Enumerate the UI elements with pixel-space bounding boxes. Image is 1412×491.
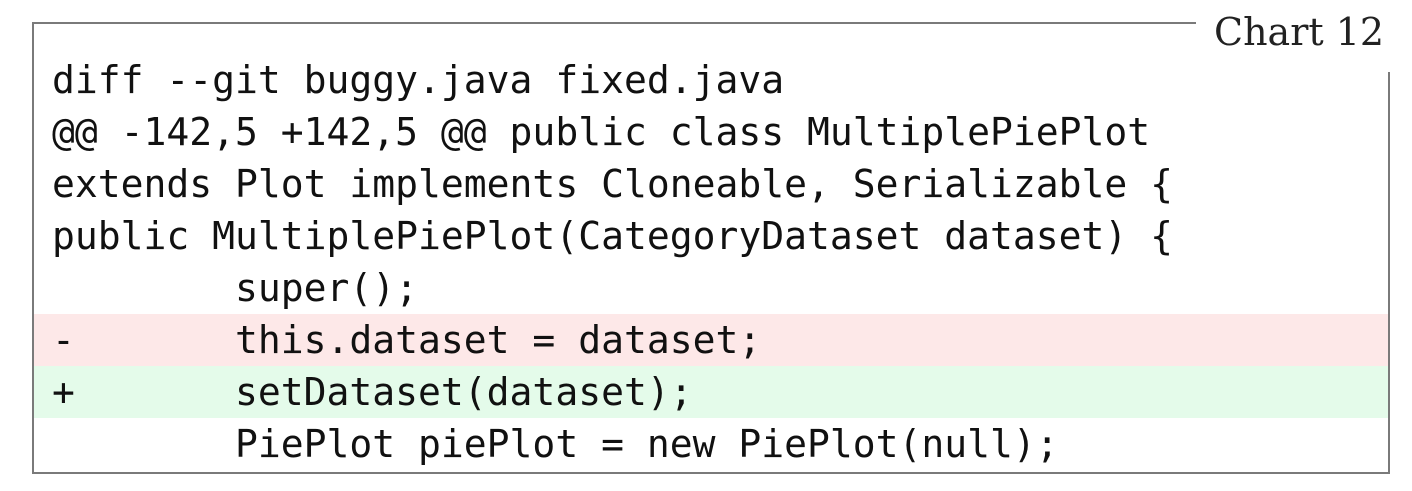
- diff-line-removed: - this.dataset = dataset;: [34, 314, 1388, 366]
- diff-line-context: PiePlot piePlot = new PiePlot(null);: [52, 422, 1059, 466]
- diff-line-header: diff --git buggy.java fixed.java: [52, 58, 785, 102]
- diff-line-context: super();: [52, 266, 419, 310]
- diff-line-context: extends Plot implements Cloneable, Seria…: [52, 162, 1174, 206]
- diff-code-block: diff --git buggy.java fixed.java @@ -142…: [34, 54, 1388, 470]
- chart-label: Chart 12: [1214, 10, 1385, 54]
- diff-line-context: public MultiplePiePlot(CategoryDataset d…: [52, 214, 1174, 258]
- diff-line-added: + setDataset(dataset);: [34, 366, 1388, 418]
- diff-panel: diff --git buggy.java fixed.java @@ -142…: [32, 22, 1390, 474]
- diff-line-hunk-header: @@ -142,5 +142,5 @@ public class Multipl…: [52, 110, 1151, 154]
